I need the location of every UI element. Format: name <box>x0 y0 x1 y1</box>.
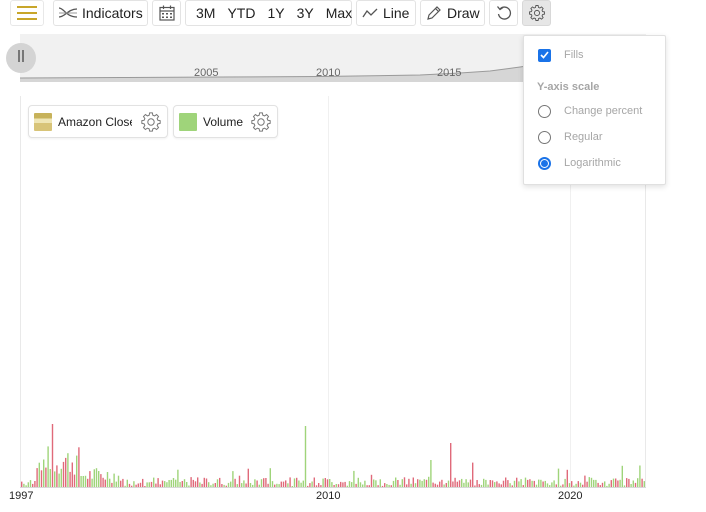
volume-legend-label: Volume <box>203 114 244 129</box>
radio-change-percent[interactable] <box>537 104 551 118</box>
range-max-button[interactable]: Max <box>326 5 352 21</box>
volume-bar <box>269 468 271 488</box>
volume-bar <box>56 465 58 488</box>
range-1y-button[interactable]: 1Y <box>267 5 284 21</box>
navigator-handle[interactable] <box>6 43 36 73</box>
volume-bar <box>177 469 179 488</box>
x-axis-label: 1997 <box>9 490 34 502</box>
volume-bar <box>60 468 62 488</box>
fills-label: Fills <box>564 49 584 61</box>
range-3y-button[interactable]: 3Y <box>297 5 314 21</box>
volume-bar <box>71 462 73 488</box>
gear-icon <box>528 4 546 22</box>
volume-bar <box>69 471 71 488</box>
volume-bars <box>21 424 645 488</box>
volume-bar <box>106 472 109 488</box>
volume-bar <box>95 468 98 488</box>
chart-type-button[interactable]: Line <box>356 0 416 26</box>
indicators-label: Indicators <box>82 5 143 21</box>
volume-swatch <box>179 112 197 131</box>
scale-option-change-percent[interactable]: Change percent <box>537 104 642 118</box>
volume-bar <box>65 457 67 488</box>
line-chart-icon <box>362 7 378 19</box>
volume-bar <box>54 471 56 488</box>
reset-button[interactable] <box>489 0 518 26</box>
volume-bar <box>45 467 47 488</box>
scale-option-label: Regular <box>564 131 603 143</box>
x-axis-line <box>20 487 646 488</box>
volume-bar <box>78 447 80 488</box>
scale-option-label: Change percent <box>564 105 643 117</box>
volume-bar <box>450 443 452 488</box>
fills-checkbox[interactable] <box>537 48 551 62</box>
volume-bar <box>47 446 49 488</box>
volume-bar <box>232 471 234 488</box>
x-axis-label: 2020 <box>558 490 583 502</box>
settings-button[interactable] <box>522 0 551 26</box>
gear-icon[interactable] <box>140 111 162 133</box>
volume-bar <box>557 468 560 488</box>
navigator-tick: 2005 <box>194 67 219 79</box>
volume-bar <box>58 473 60 488</box>
calendar-icon <box>158 5 175 21</box>
indicators-icon <box>58 5 78 21</box>
volume-bar <box>247 468 249 488</box>
x-axis-label: 2010 <box>316 490 341 502</box>
date-range-button[interactable] <box>152 0 181 26</box>
range-selector: 3M YTD 1Y 3Y Max <box>185 0 352 26</box>
amazon-legend-label: Amazon Close: <box>58 114 132 129</box>
volume-bar <box>93 469 95 488</box>
navigator-tick: 2010 <box>316 67 341 79</box>
volume-bar <box>49 469 51 488</box>
volume-bar <box>89 471 91 488</box>
amazon-swatch <box>34 112 52 131</box>
menu-button[interactable] <box>10 0 44 26</box>
volume-bar <box>304 426 307 488</box>
volume-bar <box>67 453 69 488</box>
legend-amazon[interactable]: Amazon Close: <box>28 105 168 138</box>
radio-regular[interactable] <box>537 130 551 144</box>
volume-bar <box>76 455 78 488</box>
volume-bar <box>36 468 38 488</box>
scale-option-label: Logarithmic <box>564 157 621 169</box>
volume-bar <box>51 424 54 488</box>
navigator-tick: 2015 <box>437 67 462 79</box>
pencil-icon <box>426 5 442 21</box>
draw-button[interactable]: Draw <box>420 0 485 26</box>
settings-dropdown: Fills Y-axis scale Change percent Regula… <box>523 35 666 185</box>
reset-icon <box>496 5 512 21</box>
volume-bar <box>73 474 76 488</box>
scale-option-logarithmic[interactable]: Logarithmic <box>537 156 621 170</box>
volume-bar <box>621 465 623 488</box>
toolbar: Indicators 3M YTD 1Y 3Y Max Line Draw <box>0 0 706 26</box>
scale-option-regular[interactable]: Regular <box>537 130 603 144</box>
volume-bar <box>100 474 102 488</box>
volume-bar <box>639 465 641 488</box>
radio-logarithmic[interactable] <box>537 156 551 170</box>
volume-bar <box>38 462 40 488</box>
range-ytd-button[interactable]: YTD <box>227 5 255 21</box>
y-axis-scale-title: Y-axis scale <box>537 81 600 93</box>
gear-icon[interactable] <box>250 111 272 133</box>
legend-volume[interactable]: Volume <box>173 105 278 138</box>
range-3m-button[interactable]: 3M <box>196 5 215 21</box>
volume-bar <box>566 469 568 488</box>
fills-option[interactable]: Fills <box>537 48 584 62</box>
volume-bar <box>62 461 65 488</box>
volume-bar <box>113 473 115 488</box>
hamburger-icon <box>17 6 37 20</box>
grip-icon <box>17 49 25 68</box>
volume-bar <box>430 460 432 488</box>
volume-bar <box>43 459 45 488</box>
volume-bar <box>98 471 100 488</box>
draw-label: Draw <box>447 5 480 21</box>
volume-bar <box>472 462 474 488</box>
volume-bar <box>353 470 355 488</box>
line-label: Line <box>383 5 410 21</box>
volume-bar <box>40 470 43 488</box>
indicators-button[interactable]: Indicators <box>53 0 148 26</box>
